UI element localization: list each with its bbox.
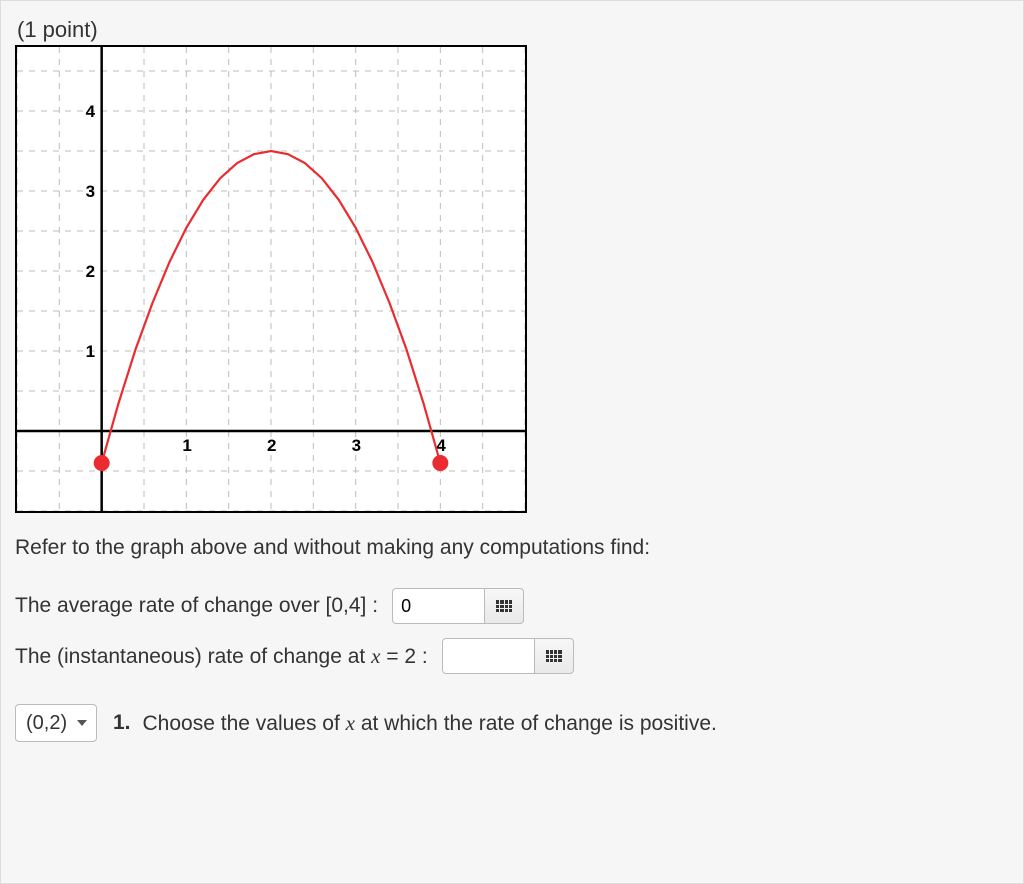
row1-label: The average rate of change over [0,4] : xyxy=(15,594,378,618)
question-text: Choose the values of x at which the rate… xyxy=(143,711,717,736)
math-x: x xyxy=(346,711,355,735)
math-x: x xyxy=(371,644,380,668)
svg-text:2: 2 xyxy=(86,262,95,281)
graph: 12341234 xyxy=(15,45,527,513)
avg-rate-input[interactable] xyxy=(392,588,484,624)
svg-text:1: 1 xyxy=(86,342,95,361)
chart-svg: 12341234 xyxy=(17,47,525,511)
interval-dropdown[interactable]: (0,2) xyxy=(15,704,97,742)
points-label: (1 point) xyxy=(17,17,1009,43)
svg-text:4: 4 xyxy=(86,102,96,121)
inst-rate-input[interactable] xyxy=(442,638,534,674)
question-card: (1 point) 12341234 Refer to the graph ab… xyxy=(0,0,1024,884)
svg-text:3: 3 xyxy=(86,182,95,201)
svg-text:1: 1 xyxy=(182,436,191,455)
math-keypad-button[interactable] xyxy=(484,588,524,624)
keypad-icon xyxy=(546,650,562,662)
math-keypad-button[interactable] xyxy=(534,638,574,674)
keypad-icon xyxy=(496,600,512,612)
prompt-text: Refer to the graph above and without mak… xyxy=(15,533,1009,562)
row2-label: The (instantaneous) rate of change at x … xyxy=(15,644,428,669)
row-instantaneous-rate: The (instantaneous) rate of change at x … xyxy=(15,638,1009,674)
svg-text:2: 2 xyxy=(267,436,276,455)
row-average-rate: The average rate of change over [0,4] : xyxy=(15,588,1009,624)
svg-text:3: 3 xyxy=(352,436,361,455)
row-positive-rate: (0,2) 1. Choose the values of x at which… xyxy=(15,704,1009,742)
question-number: 1. xyxy=(113,711,131,735)
